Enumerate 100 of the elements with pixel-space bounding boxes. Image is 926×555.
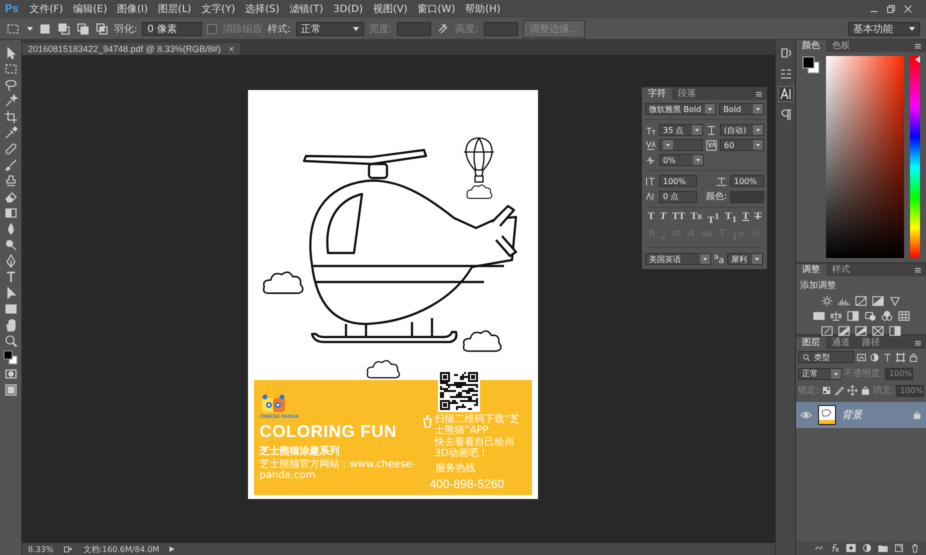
- channel-mixer-icon[interactable]: [880, 310, 892, 322]
- character-icon[interactable]: [778, 86, 794, 102]
- shape-filter-icon[interactable]: [895, 352, 906, 362]
- lock-icon[interactable]: [908, 352, 919, 362]
- image-filter-icon[interactable]: [856, 352, 867, 362]
- triangle-icon[interactable]: [889, 295, 901, 307]
- tsume-field[interactable]: 0%: [659, 154, 704, 166]
- new-layer-icon[interactable]: [894, 543, 904, 553]
- color-field[interactable]: [826, 56, 904, 258]
- crop-icon[interactable]: [4, 110, 18, 124]
- blend-mode-dropdown[interactable]: 正常: [798, 368, 842, 380]
- restore-icon[interactable]: [885, 3, 897, 15]
- grid-icon[interactable]: [898, 310, 910, 322]
- menu-item[interactable]: 编辑(E): [69, 1, 112, 17]
- type-filter-icon[interactable]: [882, 352, 893, 362]
- bandage-icon[interactable]: [4, 142, 18, 156]
- horizontal-scale-field[interactable]: 100%: [730, 175, 764, 187]
- tracking-field[interactable]: 60: [720, 139, 764, 151]
- selection-mode-icon[interactable]: [57, 22, 71, 36]
- width-field[interactable]: [397, 22, 432, 36]
- gradient-icon[interactable]: [4, 206, 18, 220]
- dodge-icon[interactable]: [4, 238, 18, 252]
- menu-item[interactable]: 选择(S): [241, 1, 284, 17]
- hue-slider[interactable]: [910, 56, 920, 258]
- marquee-icon[interactable]: [4, 62, 18, 76]
- menu-item[interactable]: 滤镜(T): [285, 1, 328, 17]
- menu-item[interactable]: 文件(F): [25, 1, 68, 17]
- export-icon[interactable]: [63, 544, 74, 554]
- half-filled-square-icon[interactable]: [846, 310, 858, 322]
- screen-mode-icon[interactable]: [4, 383, 18, 397]
- selection-mode-icon[interactable]: [38, 22, 52, 36]
- menu-item[interactable]: 3D(D): [329, 2, 367, 16]
- workspace-dropdown[interactable]: 基本功能: [848, 22, 920, 36]
- document-tab[interactable]: 20160815183422_94748.pdf @ 8.33%(RGB/8#) ×: [22, 43, 240, 55]
- mask-icon[interactable]: [846, 543, 856, 553]
- panel-tab[interactable]: 样式: [826, 264, 856, 276]
- quick-mask-icon[interactable]: [4, 367, 18, 381]
- eye-icon[interactable]: [800, 409, 812, 421]
- text-style-button[interactable]: T$_{1}$: [724, 212, 738, 226]
- hand-icon[interactable]: [4, 318, 18, 332]
- baseline-shift-field[interactable]: 0 点: [659, 190, 697, 202]
- marquee-icon[interactable]: [6, 22, 20, 36]
- text-style-button[interactable]: Tr: [690, 212, 704, 226]
- brush-icon[interactable]: [834, 385, 846, 396]
- panel-tab[interactable]: 色板: [826, 40, 856, 52]
- pen-icon[interactable]: [4, 254, 18, 268]
- feather-field[interactable]: 0 像素: [142, 22, 202, 36]
- brush-icon[interactable]: [4, 158, 18, 172]
- font-size-field[interactable]: 35 点: [659, 124, 703, 136]
- text-style-button[interactable]: T: [658, 212, 668, 226]
- language-dropdown[interactable]: 美国英语: [645, 253, 711, 265]
- swap-icon[interactable]: [436, 22, 450, 36]
- font-family-dropdown[interactable]: 微软雅黑 Bold: [645, 103, 716, 115]
- menu-item[interactable]: 图像(I): [113, 1, 152, 17]
- panel-menu-icon[interactable]: [913, 41, 923, 51]
- wand-icon[interactable]: [4, 94, 18, 108]
- panel-menu-icon[interactable]: [913, 265, 923, 275]
- exposure-icon[interactable]: [872, 295, 884, 307]
- fx-icon[interactable]: [830, 543, 840, 553]
- panel-tab[interactable]: 颜色: [796, 40, 826, 52]
- stamp-icon[interactable]: [4, 174, 18, 188]
- panel-tab[interactable]: 段落: [672, 88, 702, 100]
- kerning-field[interactable]: [659, 139, 703, 151]
- menu-item[interactable]: 帮助(H): [461, 1, 505, 17]
- antialias-dropdown[interactable]: 犀利: [727, 253, 764, 265]
- font-style-dropdown[interactable]: Bold: [719, 103, 764, 115]
- rectangle-icon[interactable]: [4, 302, 18, 316]
- menu-item[interactable]: 视图(V): [368, 1, 412, 17]
- search-icon[interactable]: [4, 334, 18, 348]
- layer-row[interactable]: 背景: [796, 402, 926, 428]
- panel-tab[interactable]: 调整: [796, 264, 826, 276]
- eyedropper-icon[interactable]: [4, 126, 18, 140]
- text-style-button[interactable]: T: [754, 212, 762, 226]
- leading-field[interactable]: (自动): [720, 124, 764, 136]
- panel-tab[interactable]: 字符: [642, 88, 672, 100]
- hue-slider-thumb[interactable]: [915, 56, 920, 63]
- eraser-icon[interactable]: [4, 190, 18, 204]
- panel-tab[interactable]: 通道: [826, 337, 856, 349]
- layer-filter-dropdown[interactable]: 类型: [798, 351, 854, 363]
- menu-item[interactable]: 窗口(W): [414, 1, 460, 17]
- paragraph-icon[interactable]: [778, 108, 792, 122]
- history-icon[interactable]: [778, 46, 792, 60]
- panel-tab[interactable]: 路径: [856, 337, 886, 349]
- color-swatches-icon[interactable]: [802, 56, 820, 74]
- selection-mode-icon[interactable]: [95, 22, 109, 36]
- text-style-button[interactable]: T$^{1}$: [706, 212, 721, 226]
- trash-icon[interactable]: [910, 543, 920, 553]
- text-style-button[interactable]: TT: [671, 212, 686, 226]
- height-field[interactable]: [484, 22, 518, 36]
- checker-icon[interactable]: [821, 385, 832, 396]
- tab-close-button[interactable]: ×: [228, 44, 234, 54]
- adjustment-icon[interactable]: [862, 543, 872, 553]
- sun-icon[interactable]: [821, 295, 833, 307]
- text-style-button[interactable]: T: [646, 212, 656, 226]
- lock-icon[interactable]: [860, 385, 872, 396]
- text-color-swatch[interactable]: [730, 190, 764, 202]
- style-dropdown[interactable]: 正常: [296, 22, 364, 36]
- curves-icon[interactable]: [855, 295, 867, 307]
- adjustment-filter-icon[interactable]: [869, 352, 880, 362]
- close-icon[interactable]: [902, 3, 914, 15]
